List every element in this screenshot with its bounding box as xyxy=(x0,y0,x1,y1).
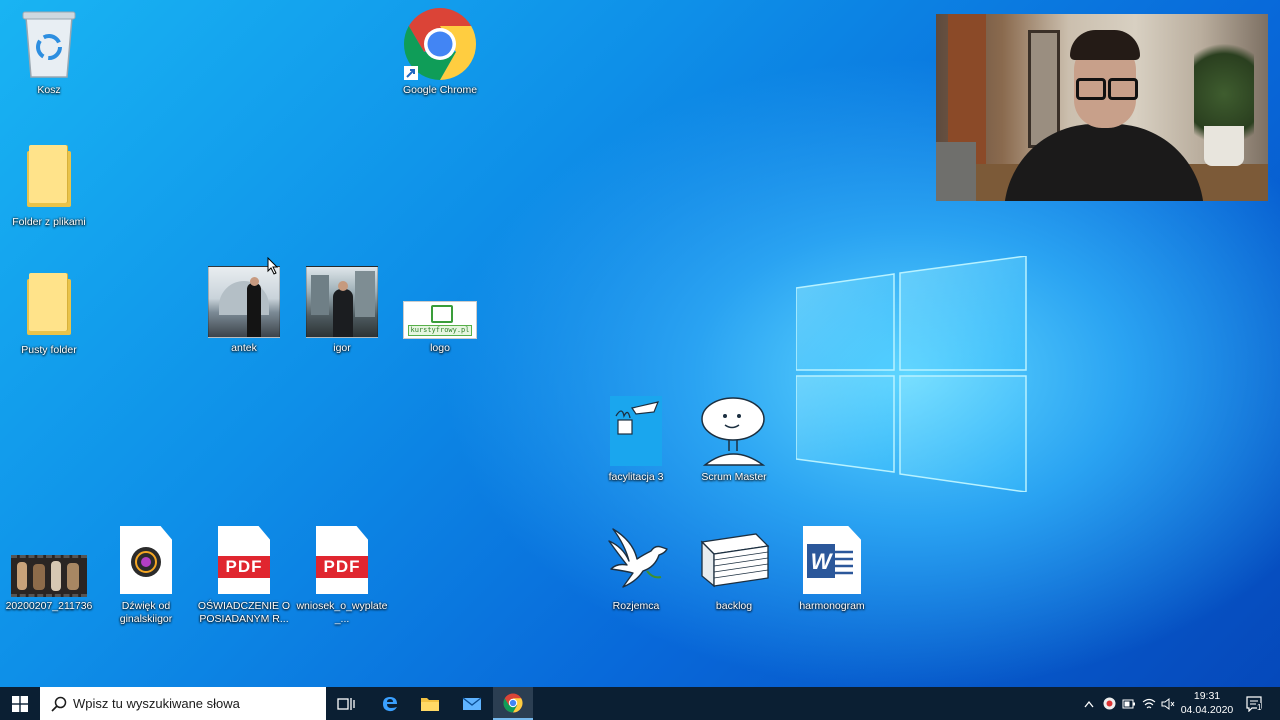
action-center-button[interactable]: 1 xyxy=(1240,687,1270,720)
scrum-master-icon[interactable]: Scrum Master xyxy=(686,393,782,484)
facilitation-label: facylitacja 3 xyxy=(608,471,664,483)
pdf-badge: PDF xyxy=(316,556,368,578)
paper-stack-icon xyxy=(700,533,770,588)
word-document-icon[interactable]: W harmonogram xyxy=(784,522,880,613)
windows-logo-wallpaper xyxy=(796,256,1027,492)
dove-image-icon[interactable]: Rozjemca xyxy=(588,522,684,613)
pdf-application-label: wniosek_o_wyplate_... xyxy=(296,600,388,625)
scrum-master-label: Scrum Master xyxy=(701,471,767,483)
chevron-up-icon xyxy=(1084,700,1094,707)
svg-text:W: W xyxy=(811,549,834,574)
taskbar: Wpisz tu wyszukiwane słowa 19:31 04.04.2… xyxy=(0,687,1280,720)
igor-photo-thumbnail xyxy=(306,266,378,338)
mouse-cursor-icon xyxy=(267,257,279,275)
igor-label: igor xyxy=(333,342,351,354)
google-chrome-label: Google Chrome xyxy=(402,84,478,96)
mail-icon xyxy=(462,696,482,710)
pdf-statement-icon[interactable]: PDF OŚWIADCZENIE O POSIADANYM R... xyxy=(196,522,292,626)
notification-count: 1 xyxy=(1257,703,1262,712)
igor-image-icon[interactable]: igor xyxy=(294,264,390,355)
empty-folder-icon[interactable]: Pusty folder xyxy=(1,266,97,357)
network-indicator[interactable] xyxy=(1140,687,1158,720)
facilitation-icon[interactable]: facylitacja 3 xyxy=(588,393,684,484)
chrome-icon xyxy=(503,693,523,712)
webcam-overlay xyxy=(936,14,1268,201)
task-view-button[interactable] xyxy=(326,687,366,720)
mail-button[interactable] xyxy=(452,687,492,720)
edge-icon xyxy=(383,696,397,711)
wifi-icon xyxy=(1142,698,1156,708)
dove-image-label: Rozjemca xyxy=(612,600,660,612)
audio-document-icon xyxy=(120,526,172,594)
folder-files-label: Folder z plikami xyxy=(12,216,86,228)
system-clock[interactable]: 19:31 04.04.2020 xyxy=(1176,689,1238,717)
folder-icon xyxy=(27,273,71,335)
sound-file-label: Dźwięk od ginalskiigor xyxy=(119,600,173,625)
pdf-statement-label: OŚWIADCZENIE O POSIADANYM R... xyxy=(197,600,291,625)
clock-time: 19:31 xyxy=(1193,690,1221,702)
volume-indicator[interactable] xyxy=(1159,687,1177,720)
folder-icon xyxy=(27,145,71,207)
chrome-logo-icon xyxy=(403,7,477,81)
record-indicator[interactable] xyxy=(1100,687,1118,720)
video-thumbnail xyxy=(11,555,87,597)
record-icon xyxy=(1103,697,1115,710)
recycle-bin-graphic xyxy=(22,11,76,78)
desktop: Kosz Google Chrome Folder z plikami Pust… xyxy=(0,0,1280,687)
chrome-taskbar-button[interactable] xyxy=(493,687,533,720)
pdf-document-icon: PDF xyxy=(218,526,270,594)
speaker-muted-icon xyxy=(1161,697,1175,710)
taskbar-search-box[interactable]: Wpisz tu wyszukiwane słowa xyxy=(40,687,326,720)
sound-file-icon[interactable]: Dźwięk od ginalskiigor xyxy=(98,522,194,626)
logo-image-icon[interactable]: kurstyfrowy.pl logo xyxy=(392,264,488,355)
clock-date: 04.04.2020 xyxy=(1180,704,1234,716)
pdf-badge: PDF xyxy=(218,556,270,578)
word-document-label: harmonogram xyxy=(799,600,865,612)
battery-icon xyxy=(1122,699,1135,708)
backlog-label: backlog xyxy=(715,600,753,612)
task-view-icon xyxy=(337,697,355,710)
scrum-master-drawing xyxy=(701,397,766,466)
video-file-label: 20200207_211736 xyxy=(5,600,93,612)
search-icon xyxy=(51,696,67,712)
show-hidden-icons-button[interactable] xyxy=(1080,687,1098,720)
logo-label: logo xyxy=(430,342,450,354)
empty-folder-label: Pusty folder xyxy=(21,344,77,356)
battery-indicator[interactable] xyxy=(1120,687,1138,720)
facilitation-drawing xyxy=(610,396,662,466)
recycle-bin-icon[interactable]: Kosz xyxy=(1,6,97,97)
folder-icon xyxy=(421,697,439,711)
windows-start-icon xyxy=(12,695,28,712)
antek-photo-thumbnail xyxy=(208,266,280,338)
start-button[interactable] xyxy=(0,687,40,720)
search-placeholder: Wpisz tu wyszukiwane słowa xyxy=(73,696,240,711)
file-explorer-button[interactable] xyxy=(410,687,450,720)
logo-thumbnail-text: kurstyfrowy.pl xyxy=(408,325,472,336)
recycle-bin-label: Kosz xyxy=(37,84,61,96)
pdf-application-icon[interactable]: PDF wniosek_o_wyplate_... xyxy=(294,522,390,626)
word-doc-icon: W xyxy=(803,526,861,594)
antek-image-icon[interactable]: antek xyxy=(196,264,292,355)
antek-label: antek xyxy=(231,342,257,354)
edge-button[interactable] xyxy=(370,687,410,720)
pdf-document-icon: PDF xyxy=(316,526,368,594)
backlog-image-icon[interactable]: backlog xyxy=(686,522,782,613)
video-file-icon[interactable]: 20200207_211736 xyxy=(1,522,97,613)
google-chrome-icon[interactable]: Google Chrome xyxy=(392,6,488,97)
dove-icon xyxy=(608,528,668,588)
folder-files-icon[interactable]: Folder z plikami xyxy=(1,138,97,229)
logo-thumbnail: kurstyfrowy.pl xyxy=(403,301,477,339)
